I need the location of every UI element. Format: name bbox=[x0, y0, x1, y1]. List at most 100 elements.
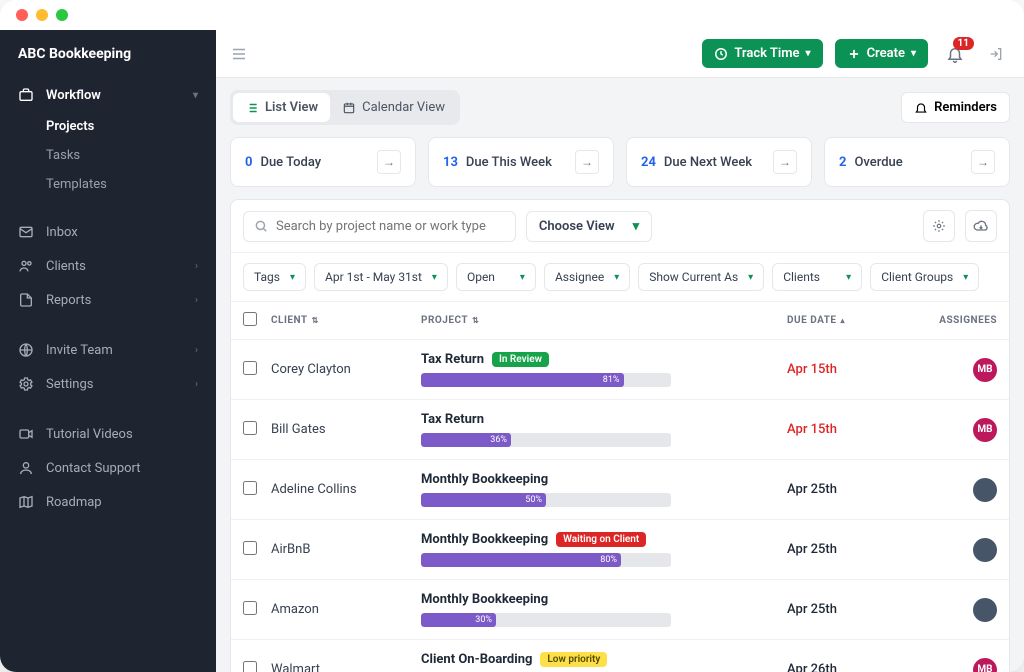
choose-view-dropdown[interactable]: Choose View ▾ bbox=[526, 211, 652, 242]
filter-date-range[interactable]: Apr 1st - May 31st▾ bbox=[314, 263, 448, 291]
chevron-down-icon: ▾ bbox=[748, 272, 753, 283]
sidebar-sub-tasks[interactable]: Tasks bbox=[46, 141, 216, 170]
tab-calendar-view[interactable]: Calendar View bbox=[330, 93, 457, 122]
maximize-window-dot[interactable] bbox=[56, 9, 68, 21]
button-label: Reminders bbox=[934, 100, 997, 115]
cloud-download-button[interactable] bbox=[965, 210, 997, 242]
topbar: Track Time ▾ Create ▾ 11 bbox=[216, 30, 1024, 78]
sidebar-item-clients[interactable]: Clients › bbox=[0, 249, 216, 283]
button-label: Create bbox=[867, 46, 905, 61]
assignee-avatar[interactable] bbox=[973, 598, 997, 622]
sidebar-item-roadmap[interactable]: Roadmap bbox=[0, 485, 216, 519]
close-window-dot[interactable] bbox=[16, 9, 28, 21]
select-all-checkbox[interactable] bbox=[243, 312, 257, 326]
sidebar-item-settings[interactable]: Settings › bbox=[0, 367, 216, 401]
table-row[interactable]: Bill Gates Tax Return 36% Apr 15th MB bbox=[231, 400, 1009, 460]
globe-icon bbox=[18, 342, 34, 358]
chevron-right-icon: › bbox=[195, 379, 198, 390]
plus-icon bbox=[847, 47, 861, 61]
minimize-window-dot[interactable] bbox=[36, 9, 48, 21]
arrow-right-icon[interactable]: → bbox=[971, 150, 995, 174]
filter-client-groups[interactable]: Client Groups▾ bbox=[870, 263, 979, 291]
sidebar-label: Inbox bbox=[46, 225, 198, 240]
due-label: Due Today bbox=[260, 155, 369, 170]
sidebar-sub-templates[interactable]: Templates bbox=[46, 170, 216, 199]
arrow-right-icon[interactable]: → bbox=[773, 150, 797, 174]
track-time-button[interactable]: Track Time ▾ bbox=[702, 39, 822, 68]
search-box[interactable] bbox=[243, 211, 516, 242]
due-count: 13 bbox=[443, 155, 458, 170]
table-row[interactable]: Corey Clayton Tax Return In Review 81% A… bbox=[231, 340, 1009, 400]
arrow-right-icon[interactable]: → bbox=[575, 150, 599, 174]
search-input[interactable] bbox=[276, 219, 505, 234]
sort-icon: ⇅ bbox=[472, 316, 479, 325]
assignee-avatar[interactable]: MB bbox=[973, 418, 997, 442]
bell-icon bbox=[914, 101, 928, 115]
table-row[interactable]: Amazon Monthly Bookkeeping 30% Apr 25th bbox=[231, 580, 1009, 640]
sidebar-sub-projects[interactable]: Projects bbox=[46, 112, 216, 141]
chevron-right-icon: › bbox=[195, 295, 198, 306]
chevron-down-icon: ▾ bbox=[846, 272, 851, 283]
table-row[interactable]: Adeline Collins Monthly Bookkeeping 50% … bbox=[231, 460, 1009, 520]
column-header-due-date[interactable]: DUE DATE▴ bbox=[787, 315, 917, 326]
due-date: Apr 26th bbox=[787, 662, 837, 672]
filter-assignee[interactable]: Assignee▾ bbox=[544, 263, 630, 291]
assignee-avatar[interactable]: MB bbox=[973, 358, 997, 382]
row-checkbox[interactable] bbox=[243, 361, 257, 375]
settings-icon-button[interactable] bbox=[923, 210, 955, 242]
sidebar-item-workflow[interactable]: Workflow ▾ bbox=[0, 78, 216, 112]
clock-icon bbox=[714, 47, 728, 61]
row-checkbox[interactable] bbox=[243, 541, 257, 555]
chevron-right-icon: › bbox=[195, 261, 198, 272]
filter-tags[interactable]: Tags▾ bbox=[243, 263, 306, 291]
filter-show-as[interactable]: Show Current As▾ bbox=[638, 263, 764, 291]
progress-percent: 81% bbox=[603, 373, 620, 387]
column-header-client[interactable]: CLIENT⇅ bbox=[271, 315, 421, 326]
exit-icon[interactable] bbox=[982, 40, 1010, 68]
reminders-button[interactable]: Reminders bbox=[901, 92, 1010, 123]
sidebar-item-support[interactable]: Contact Support bbox=[0, 451, 216, 485]
create-button[interactable]: Create ▾ bbox=[835, 39, 928, 68]
due-label: Due Next Week bbox=[664, 155, 765, 170]
sidebar: ABC Bookkeeping Workflow ▾ Projects Task… bbox=[0, 30, 216, 672]
column-header-project[interactable]: PROJECT⇅ bbox=[421, 315, 787, 326]
row-checkbox[interactable] bbox=[243, 661, 257, 672]
table-row[interactable]: Walmart Client On-Boarding Low priority … bbox=[231, 640, 1009, 672]
due-card[interactable]: 24 Due Next Week → bbox=[626, 137, 812, 187]
row-checkbox[interactable] bbox=[243, 601, 257, 615]
notifications-button[interactable]: 11 bbox=[940, 39, 970, 69]
sidebar-label: Invite Team bbox=[46, 343, 183, 358]
brand-title: ABC Bookkeeping bbox=[0, 30, 216, 78]
progress-bar: 81% bbox=[421, 373, 671, 387]
progress-bar: 36% bbox=[421, 433, 671, 447]
sidebar-item-inbox[interactable]: Inbox bbox=[0, 215, 216, 249]
client-name: Adeline Collins bbox=[271, 482, 421, 497]
project-name: Monthly Bookkeeping bbox=[421, 592, 548, 607]
tab-list-view[interactable]: List View bbox=[233, 93, 330, 122]
sidebar-item-invite[interactable]: Invite Team › bbox=[0, 333, 216, 367]
arrow-right-icon[interactable]: → bbox=[377, 150, 401, 174]
sidebar-item-reports[interactable]: Reports › bbox=[0, 283, 216, 317]
sidebar-item-tutorials[interactable]: Tutorial Videos bbox=[0, 417, 216, 451]
hamburger-icon[interactable] bbox=[230, 45, 248, 63]
user-icon bbox=[18, 460, 34, 476]
due-count: 2 bbox=[839, 155, 846, 170]
due-card[interactable]: 0 Due Today → bbox=[230, 137, 416, 187]
project-name: Tax Return bbox=[421, 412, 484, 427]
row-checkbox[interactable] bbox=[243, 421, 257, 435]
assignee-avatar[interactable] bbox=[973, 478, 997, 502]
due-card[interactable]: 2 Overdue → bbox=[824, 137, 1010, 187]
filter-status[interactable]: Open▾ bbox=[456, 263, 536, 291]
filter-clients[interactable]: Clients▾ bbox=[772, 263, 862, 291]
table-row[interactable]: AirBnB Monthly Bookkeeping Waiting on Cl… bbox=[231, 520, 1009, 580]
briefcase-icon bbox=[18, 87, 34, 103]
dropdown-label: Choose View bbox=[539, 219, 615, 234]
assignee-avatar[interactable] bbox=[973, 538, 997, 562]
row-checkbox[interactable] bbox=[243, 481, 257, 495]
due-date: Apr 25th bbox=[787, 482, 837, 497]
client-name: AirBnB bbox=[271, 542, 421, 557]
chevron-down-icon: ▾ bbox=[520, 272, 525, 283]
assignee-avatar[interactable]: MB bbox=[973, 658, 997, 672]
due-card[interactable]: 13 Due This Week → bbox=[428, 137, 614, 187]
due-label: Due This Week bbox=[466, 155, 567, 170]
